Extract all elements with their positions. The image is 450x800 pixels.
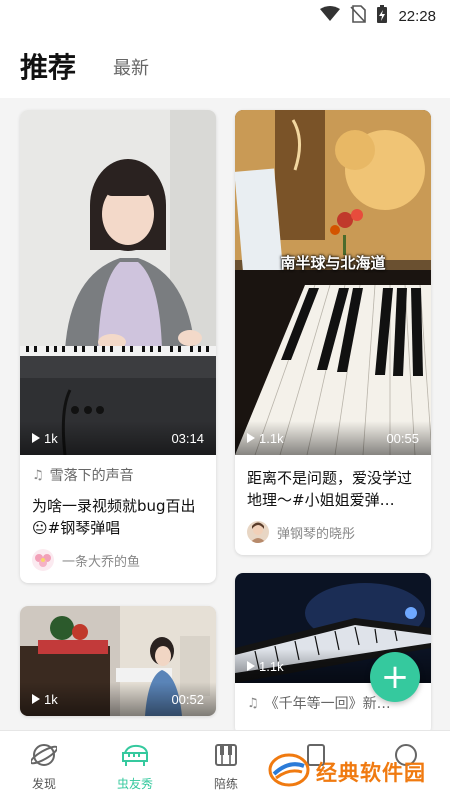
play-count: 1k [32,692,58,707]
video-stats-overlay: 1k 03:14 [20,421,216,455]
thumbnail-image-girl-keyboard [20,110,216,455]
music-note-icon: ♫ [247,695,259,711]
battery-charging-icon [376,4,388,28]
author-name: 弹钢琴的晓彤 [277,526,356,542]
play-count-value: 1.1k [259,430,284,446]
video-card[interactable]: 1k 00:52 [20,606,216,716]
song-line[interactable]: ♫ 雪落下的声音 [32,465,204,485]
tab-latest[interactable]: 最新 [113,54,149,80]
author-row[interactable]: 弹钢琴的晓彤 [247,521,419,543]
song-title: 雪落下的声音 [49,468,134,484]
nav-showcase-label: 虫友秀 [116,777,153,791]
nav-discover-label: 发现 [31,777,56,791]
video-stats-overlay: 1.1k 00:55 [235,421,431,455]
video-card[interactable]: 1k 03:14 ♫ 雪落下的声音 为啥一录视频就bug百出😐#钢琴弹唱 一条大… [20,110,216,583]
nav-showcase[interactable]: 虫友秀 [105,741,165,792]
wifi-icon [320,6,341,26]
card-body: ♫ 雪落下的声音 为啥一录视频就bug百出😐#钢琴弹唱 一条大乔的鱼 [20,455,216,583]
video-duration: 00:55 [386,430,419,446]
author-name: 一条大乔的鱼 [62,554,141,570]
video-card[interactable]: 南半球与北海道 1.1k 00:55 距离不是问题，爱没学过地理～#小姐姐爱弹…… [235,110,431,555]
nav-practice-label: 陪练 [213,777,238,791]
video-thumbnail[interactable]: 1k 03:14 [20,110,216,455]
play-count-value: 1k [44,430,58,446]
status-time: 22:28 [398,7,436,25]
card-body: 距离不是问题，爱没学过地理～#小姐姐爱弹… 弹钢琴的晓彤 [235,455,431,555]
video-duration: 03:14 [171,430,204,446]
thumbnail-image-piano-room [235,110,431,455]
play-icon [247,661,255,671]
video-card[interactable]: 1.1k ♫ 《千年等一回》新… [235,573,431,730]
play-icon [247,433,255,443]
play-count: 1.1k [247,431,284,446]
create-post-button[interactable]: + [370,652,420,702]
play-count: 1.1k [247,659,284,674]
plus-icon: + [380,657,410,697]
play-count: 1k [32,431,58,446]
top-tabs: 推荐 最新 [0,32,450,98]
video-thumbnail[interactable]: 1k 00:52 [20,606,216,716]
watermark: 经典软件园 [268,752,426,792]
video-title: 为啥一录视频就bug百出😐#钢琴弹唱 [32,497,196,537]
nav-practice[interactable]: 陪练 [196,741,256,792]
avatar[interactable] [247,521,269,543]
song-title: 《千年等一回》新… [264,696,391,712]
piano-icon [105,741,165,769]
video-duration: 00:52 [171,691,204,707]
video-caption: 南半球与北海道 [280,254,386,272]
video-stats-overlay: 1k 00:52 [20,682,216,716]
music-note-icon: ♫ [32,467,44,483]
no-sim-icon [350,5,367,27]
video-title: 距离不是问题，爱没学过地理～#小姐姐爱弹… [247,469,413,509]
play-icon [32,694,40,704]
watermark-logo-icon [268,752,310,792]
video-thumbnail[interactable]: 南半球与北海道 1.1k 00:55 [235,110,431,455]
tab-recommend[interactable]: 推荐 [20,46,76,86]
nav-discover[interactable]: 发现 [14,741,74,792]
avatar[interactable] [32,549,54,571]
tab-recommend-label: 推荐 [20,51,77,84]
status-bar: 22:28 [0,0,450,32]
play-count-value: 1k [44,691,58,707]
play-icon [32,433,40,443]
keyboard-icon [196,741,256,769]
play-count-value: 1.1k [259,658,284,674]
author-row[interactable]: 一条大乔的鱼 [32,549,204,571]
watermark-text: 经典软件园 [316,761,426,785]
discover-icon [14,741,74,769]
video-feed[interactable]: 1k 03:14 ♫ 雪落下的声音 为啥一录视频就bug百出😐#钢琴弹唱 一条大… [0,98,450,730]
